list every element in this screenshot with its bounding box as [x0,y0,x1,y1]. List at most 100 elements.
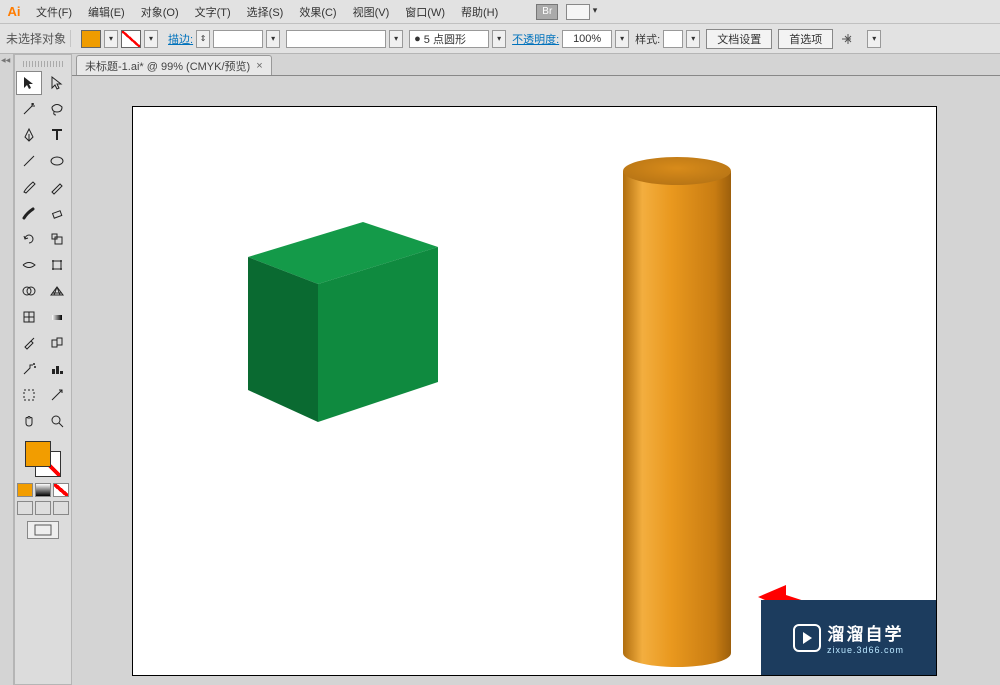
pencil-tool[interactable] [44,175,70,199]
brush-value: 5 点圆形 [424,31,466,47]
color-mode-none[interactable] [53,483,69,497]
arrange-docs-button[interactable] [566,4,590,20]
stroke-width-left[interactable]: ⇕ [196,30,210,48]
eyedropper-tool[interactable] [16,331,42,355]
opacity-group: 不透明度: 100% ▾ [512,30,629,48]
brush-dd[interactable]: ▾ [492,30,506,48]
profile-group: ▾ [286,30,403,48]
width-tool[interactable] [16,253,42,277]
color-mode-gradient[interactable] [35,483,51,497]
hand-tool[interactable] [16,409,42,433]
perspective-grid-tool[interactable] [44,279,70,303]
style-swatch[interactable] [663,30,683,48]
menu-object[interactable]: 对象(O) [133,0,187,24]
lasso-tool[interactable] [44,97,70,121]
eraser-tool[interactable] [44,201,70,225]
watermark-text: 溜溜自学 zixue.3d66.com [827,620,904,655]
blob-brush-tool[interactable] [16,201,42,225]
gradient-tool[interactable] [44,305,70,329]
menu-file[interactable]: 文件(F) [28,0,80,24]
cube-shape [248,222,428,412]
menu-select[interactable]: 选择(S) [239,0,292,24]
fill-stroke-indicator[interactable] [23,439,63,479]
workspace: 未标题-1.ai* @ 99% (CMYK/预览) × [0,54,1000,685]
stroke-group: 描边: ⇕ ▾ [168,30,280,48]
stroke-swatch[interactable] [121,30,141,48]
stroke-profile[interactable] [286,30,386,48]
slice-tool[interactable] [44,383,70,407]
free-transform-tool[interactable] [44,253,70,277]
selection-tool[interactable] [16,71,42,95]
menu-help[interactable]: 帮助(H) [453,0,506,24]
menu-edit[interactable]: 编辑(E) [80,0,133,24]
menu-items: 文件(F) 编辑(E) 对象(O) 文字(T) 选择(S) 效果(C) 视图(V… [28,0,506,24]
document-area: 未标题-1.ai* @ 99% (CMYK/预览) × [72,54,1000,685]
opacity-label[interactable]: 不透明度: [512,31,559,47]
watermark: 溜溜自学 zixue.3d66.com [761,600,936,675]
canvas[interactable]: 溜溜自学 zixue.3d66.com [72,76,1000,685]
line-tool[interactable] [16,149,42,173]
blend-tool[interactable] [44,331,70,355]
type-tool[interactable] [44,123,70,147]
brush-input[interactable]: ● 5 点圆形 [409,30,489,48]
prefs-button[interactable]: 首选项 [778,29,833,49]
ellipse-tool[interactable] [44,149,70,173]
play-icon [793,624,821,652]
menu-effect[interactable]: 效果(C) [291,0,344,24]
stroke-width-input[interactable] [213,30,263,48]
app-icon: Ai [0,0,28,24]
tabbar: 未标题-1.ai* @ 99% (CMYK/预览) × [72,54,1000,76]
sidebar-collapse-gutter[interactable] [0,54,14,685]
recolor-icon[interactable] [839,30,861,48]
profile-dd[interactable]: ▾ [389,30,403,48]
style-dd[interactable]: ▾ [686,30,700,48]
screen-mode-buttons [17,501,69,515]
tool-grid [16,71,70,433]
color-mode-buttons [17,483,69,497]
shape-builder-tool[interactable] [16,279,42,303]
recolor-dd[interactable]: ▾ [867,30,881,48]
fill-dropdown[interactable]: ▾ [104,30,118,48]
menu-type[interactable]: 文字(T) [187,0,239,24]
cylinder-shape [623,157,731,667]
screen-mode-button[interactable] [27,521,59,539]
column-graph-tool[interactable] [44,357,70,381]
draw-inside[interactable] [53,501,69,515]
color-mode-solid[interactable] [17,483,33,497]
fill-box[interactable] [25,441,51,467]
pen-tool[interactable] [16,123,42,147]
stroke-label[interactable]: 描边: [168,31,193,47]
rotate-tool[interactable] [16,227,42,251]
menubar: Ai 文件(F) 编辑(E) 对象(O) 文字(T) 选择(S) 效果(C) 视… [0,0,1000,24]
watermark-sub: zixue.3d66.com [827,645,904,655]
tab-close-icon[interactable]: × [256,60,262,72]
opacity-dd[interactable]: ▾ [615,30,629,48]
doc-setup-button[interactable]: 文档设置 [706,29,772,49]
tool-panel [14,54,72,685]
paintbrush-tool[interactable] [16,175,42,199]
stroke-width-dd[interactable]: ▾ [266,30,280,48]
panel-grip[interactable] [23,61,63,67]
watermark-main: 溜溜自学 [827,620,903,645]
menu-window[interactable]: 窗口(W) [397,0,453,24]
symbol-sprayer-tool[interactable] [16,357,42,381]
draw-behind[interactable] [35,501,51,515]
fill-swatch-group: ▾ ▾ [77,30,162,48]
direct-selection-tool[interactable] [44,71,70,95]
artboard-tool[interactable] [16,383,42,407]
magic-wand-tool[interactable] [16,97,42,121]
brush-group: ● 5 点圆形 ▾ [409,30,506,48]
style-group: 样式: ▾ [635,30,700,48]
opacity-input[interactable]: 100% [562,30,612,48]
scale-tool[interactable] [44,227,70,251]
mesh-tool[interactable] [16,305,42,329]
fill-swatch[interactable] [81,30,101,48]
stroke-dropdown[interactable]: ▾ [144,30,158,48]
draw-normal[interactable] [17,501,33,515]
bridge-button[interactable]: Br [536,4,558,20]
document-tab[interactable]: 未标题-1.ai* @ 99% (CMYK/预览) × [76,55,272,75]
menu-view[interactable]: 视图(V) [345,0,398,24]
brush-bullet: ● [414,33,421,45]
zoom-tool[interactable] [44,409,70,433]
tab-title: 未标题-1.ai* @ 99% (CMYK/预览) [85,58,250,74]
